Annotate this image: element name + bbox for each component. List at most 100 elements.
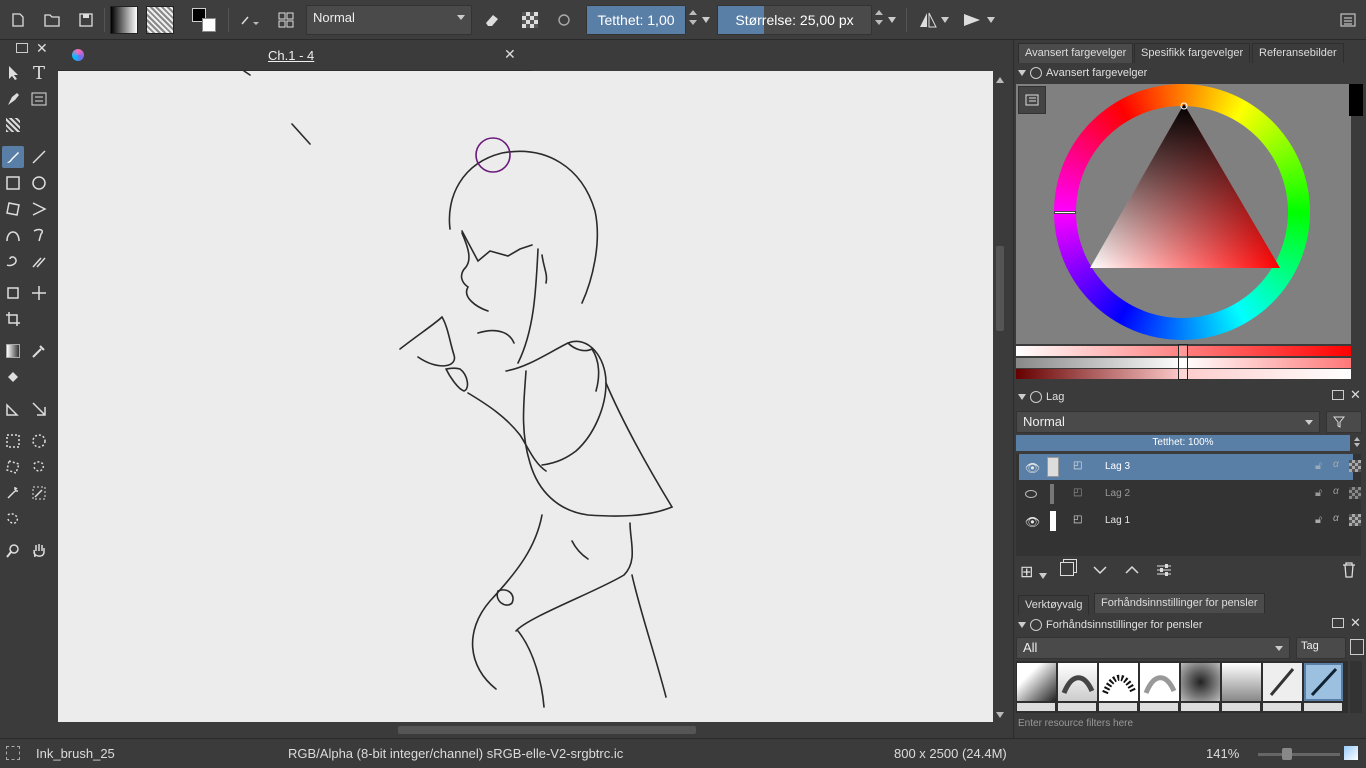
freehand-path-tool-icon[interactable] (28, 224, 50, 246)
zoom-tool-icon[interactable] (2, 540, 24, 562)
measure-tool-icon[interactable] (28, 398, 50, 420)
fill-tool-icon[interactable] (2, 366, 24, 388)
layer-visibility-eye-icon[interactable]: 👁 (1025, 515, 1040, 529)
layer-filter-button[interactable] (1326, 411, 1362, 433)
polygon-tool-icon[interactable] (2, 198, 24, 220)
multibrush-tool-icon[interactable] (28, 250, 50, 272)
mirror-menu-chevron-icon[interactable] (938, 6, 952, 34)
color-picker-tool-icon[interactable] (28, 340, 50, 362)
assistant-tool-icon[interactable] (2, 398, 24, 420)
transform-tool-icon[interactable] (2, 282, 24, 304)
tab-specific-color-selector[interactable]: Spesifikk fargevelger (1134, 43, 1251, 63)
similar-selection-tool-icon[interactable] (28, 482, 50, 504)
layer-inherit-alpha-icon[interactable] (1349, 487, 1361, 499)
horizontal-scrollbar[interactable] (58, 722, 1007, 738)
opacity-slider[interactable]: Tetthet: 1,00 (586, 5, 686, 35)
close-docker-icon[interactable]: ✕ (36, 40, 48, 57)
layer-visibility-eye-icon[interactable]: 👁 (1025, 461, 1040, 475)
tab-tool-options[interactable]: Verktøyvalg (1018, 595, 1090, 615)
reload-preset-icon[interactable] (550, 6, 578, 34)
layers-lock-icon[interactable] (1030, 391, 1042, 403)
layer-name[interactable]: Lag 1 (1105, 515, 1130, 526)
opacity-menu-chevron-icon[interactable] (700, 6, 712, 34)
freehand-brush-tool-icon[interactable] (2, 146, 24, 168)
eraser-mode-icon[interactable] (478, 6, 506, 34)
polygon-selection-tool-icon[interactable] (2, 456, 24, 478)
pan-tool-icon[interactable] (28, 540, 50, 562)
brush-preset-scrollbar[interactable] (1350, 661, 1362, 713)
layer-hidden-icon[interactable] (1025, 490, 1037, 498)
preserve-alpha-icon[interactable] (516, 6, 544, 34)
text-tool-icon[interactable]: T (28, 62, 50, 84)
size-slider[interactable]: Størrelse: 25,00 px (717, 5, 872, 35)
bezier-curve-tool-icon[interactable] (2, 224, 24, 246)
crop-tool-icon[interactable] (2, 308, 24, 330)
lock-docker-icon[interactable] (1030, 67, 1042, 79)
brush-lock-icon[interactable] (1030, 619, 1042, 631)
layer-row-lag-1[interactable]: 👁 ◰ Lag 1 🔓︎ α (1019, 508, 1361, 534)
layer-lock-icon[interactable]: 🔓︎ (1315, 487, 1322, 500)
foreground-background-color-icon[interactable] (190, 6, 218, 34)
brush-tag-filter-select[interactable]: All (1016, 637, 1290, 659)
close-document-icon[interactable]: ✕ (504, 46, 516, 63)
layer-name[interactable]: Lag 3 (1105, 461, 1130, 472)
mirror-v-menu-chevron-icon[interactable] (984, 6, 998, 34)
size-menu-chevron-icon[interactable] (886, 6, 898, 34)
layer-properties-icon[interactable] (1156, 562, 1172, 578)
horizontal-scroll-thumb[interactable] (398, 726, 696, 734)
add-layer-icon[interactable]: ⊞ (1020, 562, 1033, 582)
move-layer-down-icon[interactable] (1092, 564, 1108, 576)
layer-alpha-lock-icon[interactable]: α (1333, 459, 1339, 470)
brush-preset-thumb-selected[interactable] (1304, 663, 1343, 701)
move-layer-up-icon[interactable] (1124, 564, 1140, 576)
tab-reference-images[interactable]: Referansebilder (1252, 43, 1344, 63)
layer-inherit-alpha-icon[interactable] (1349, 460, 1361, 472)
rectangular-selection-tool-icon[interactable] (2, 430, 24, 452)
open-folder-icon[interactable] (38, 6, 66, 34)
workspace-chooser-icon[interactable] (1334, 6, 1362, 34)
layer-name[interactable]: Lag 2 (1105, 488, 1130, 499)
duplicate-layer-icon[interactable] (1060, 562, 1074, 576)
document-tab-title[interactable]: Ch.1 - 4 (268, 48, 314, 63)
selection-display-icon[interactable] (6, 746, 20, 760)
layer-lock-icon[interactable]: 🔓︎ (1315, 460, 1322, 473)
calligraphy-tool-icon[interactable] (2, 88, 24, 110)
line-tool-icon[interactable] (28, 146, 50, 168)
gradient-preset-icon[interactable] (110, 6, 138, 34)
brush-preset-thumb[interactable] (1058, 663, 1097, 701)
brush-editor-icon[interactable] (236, 6, 264, 34)
layer-row-lag-3[interactable]: 👁 ◰ Lag 3 🔓︎ α (1019, 454, 1361, 480)
zoom-slider[interactable] (1258, 753, 1340, 756)
edit-shapes-tool-icon[interactable] (28, 88, 50, 110)
layer-row-lag-2[interactable]: ◰ Lag 2 🔓︎ α (1019, 481, 1361, 507)
canvas-only-mode-icon[interactable] (1344, 746, 1358, 760)
polyline-tool-icon[interactable] (28, 198, 50, 220)
move-tool-icon[interactable] (28, 282, 50, 304)
saturation-value-triangle[interactable] (1088, 102, 1284, 272)
tab-advanced-color-selector[interactable]: Avansert fargevelger (1018, 43, 1134, 63)
brush-preset-thumb[interactable] (1099, 663, 1138, 701)
layer-lock-icon[interactable]: 🔓︎ (1315, 514, 1322, 527)
pattern-preset-icon[interactable] (146, 6, 174, 34)
opacity-spin-buttons[interactable] (686, 5, 700, 35)
brush-view-options-icon[interactable] (1350, 639, 1364, 655)
brush-float-icon[interactable] (1332, 618, 1344, 628)
freehand-selection-tool-icon[interactable] (28, 456, 50, 478)
layer-blend-mode-select[interactable]: Normal (1016, 411, 1320, 433)
add-layer-menu-chevron-icon[interactable] (1039, 568, 1047, 582)
brush-preset-row-2[interactable] (1017, 703, 1343, 711)
vertical-scroll-thumb[interactable] (996, 246, 1004, 331)
ellipse-tool-icon[interactable] (28, 172, 50, 194)
new-document-icon[interactable] (4, 6, 32, 34)
vertical-scrollbar[interactable] (993, 71, 1007, 722)
layers-collapse-chevron-icon[interactable] (1018, 394, 1026, 400)
layer-alpha-lock-icon[interactable]: α (1333, 513, 1339, 524)
select-shapes-tool-icon[interactable] (2, 62, 24, 84)
float-docker-icon[interactable] (16, 43, 28, 53)
dynamic-brush-tool-icon[interactable] (2, 250, 24, 272)
layer-opacity-slider[interactable]: Tetthet: 100% (1016, 435, 1350, 451)
contiguous-selection-tool-icon[interactable] (2, 482, 24, 504)
bezier-selection-tool-icon[interactable] (2, 508, 24, 530)
zoom-slider-handle[interactable] (1282, 748, 1292, 760)
layer-inherit-alpha-icon[interactable] (1349, 514, 1361, 526)
